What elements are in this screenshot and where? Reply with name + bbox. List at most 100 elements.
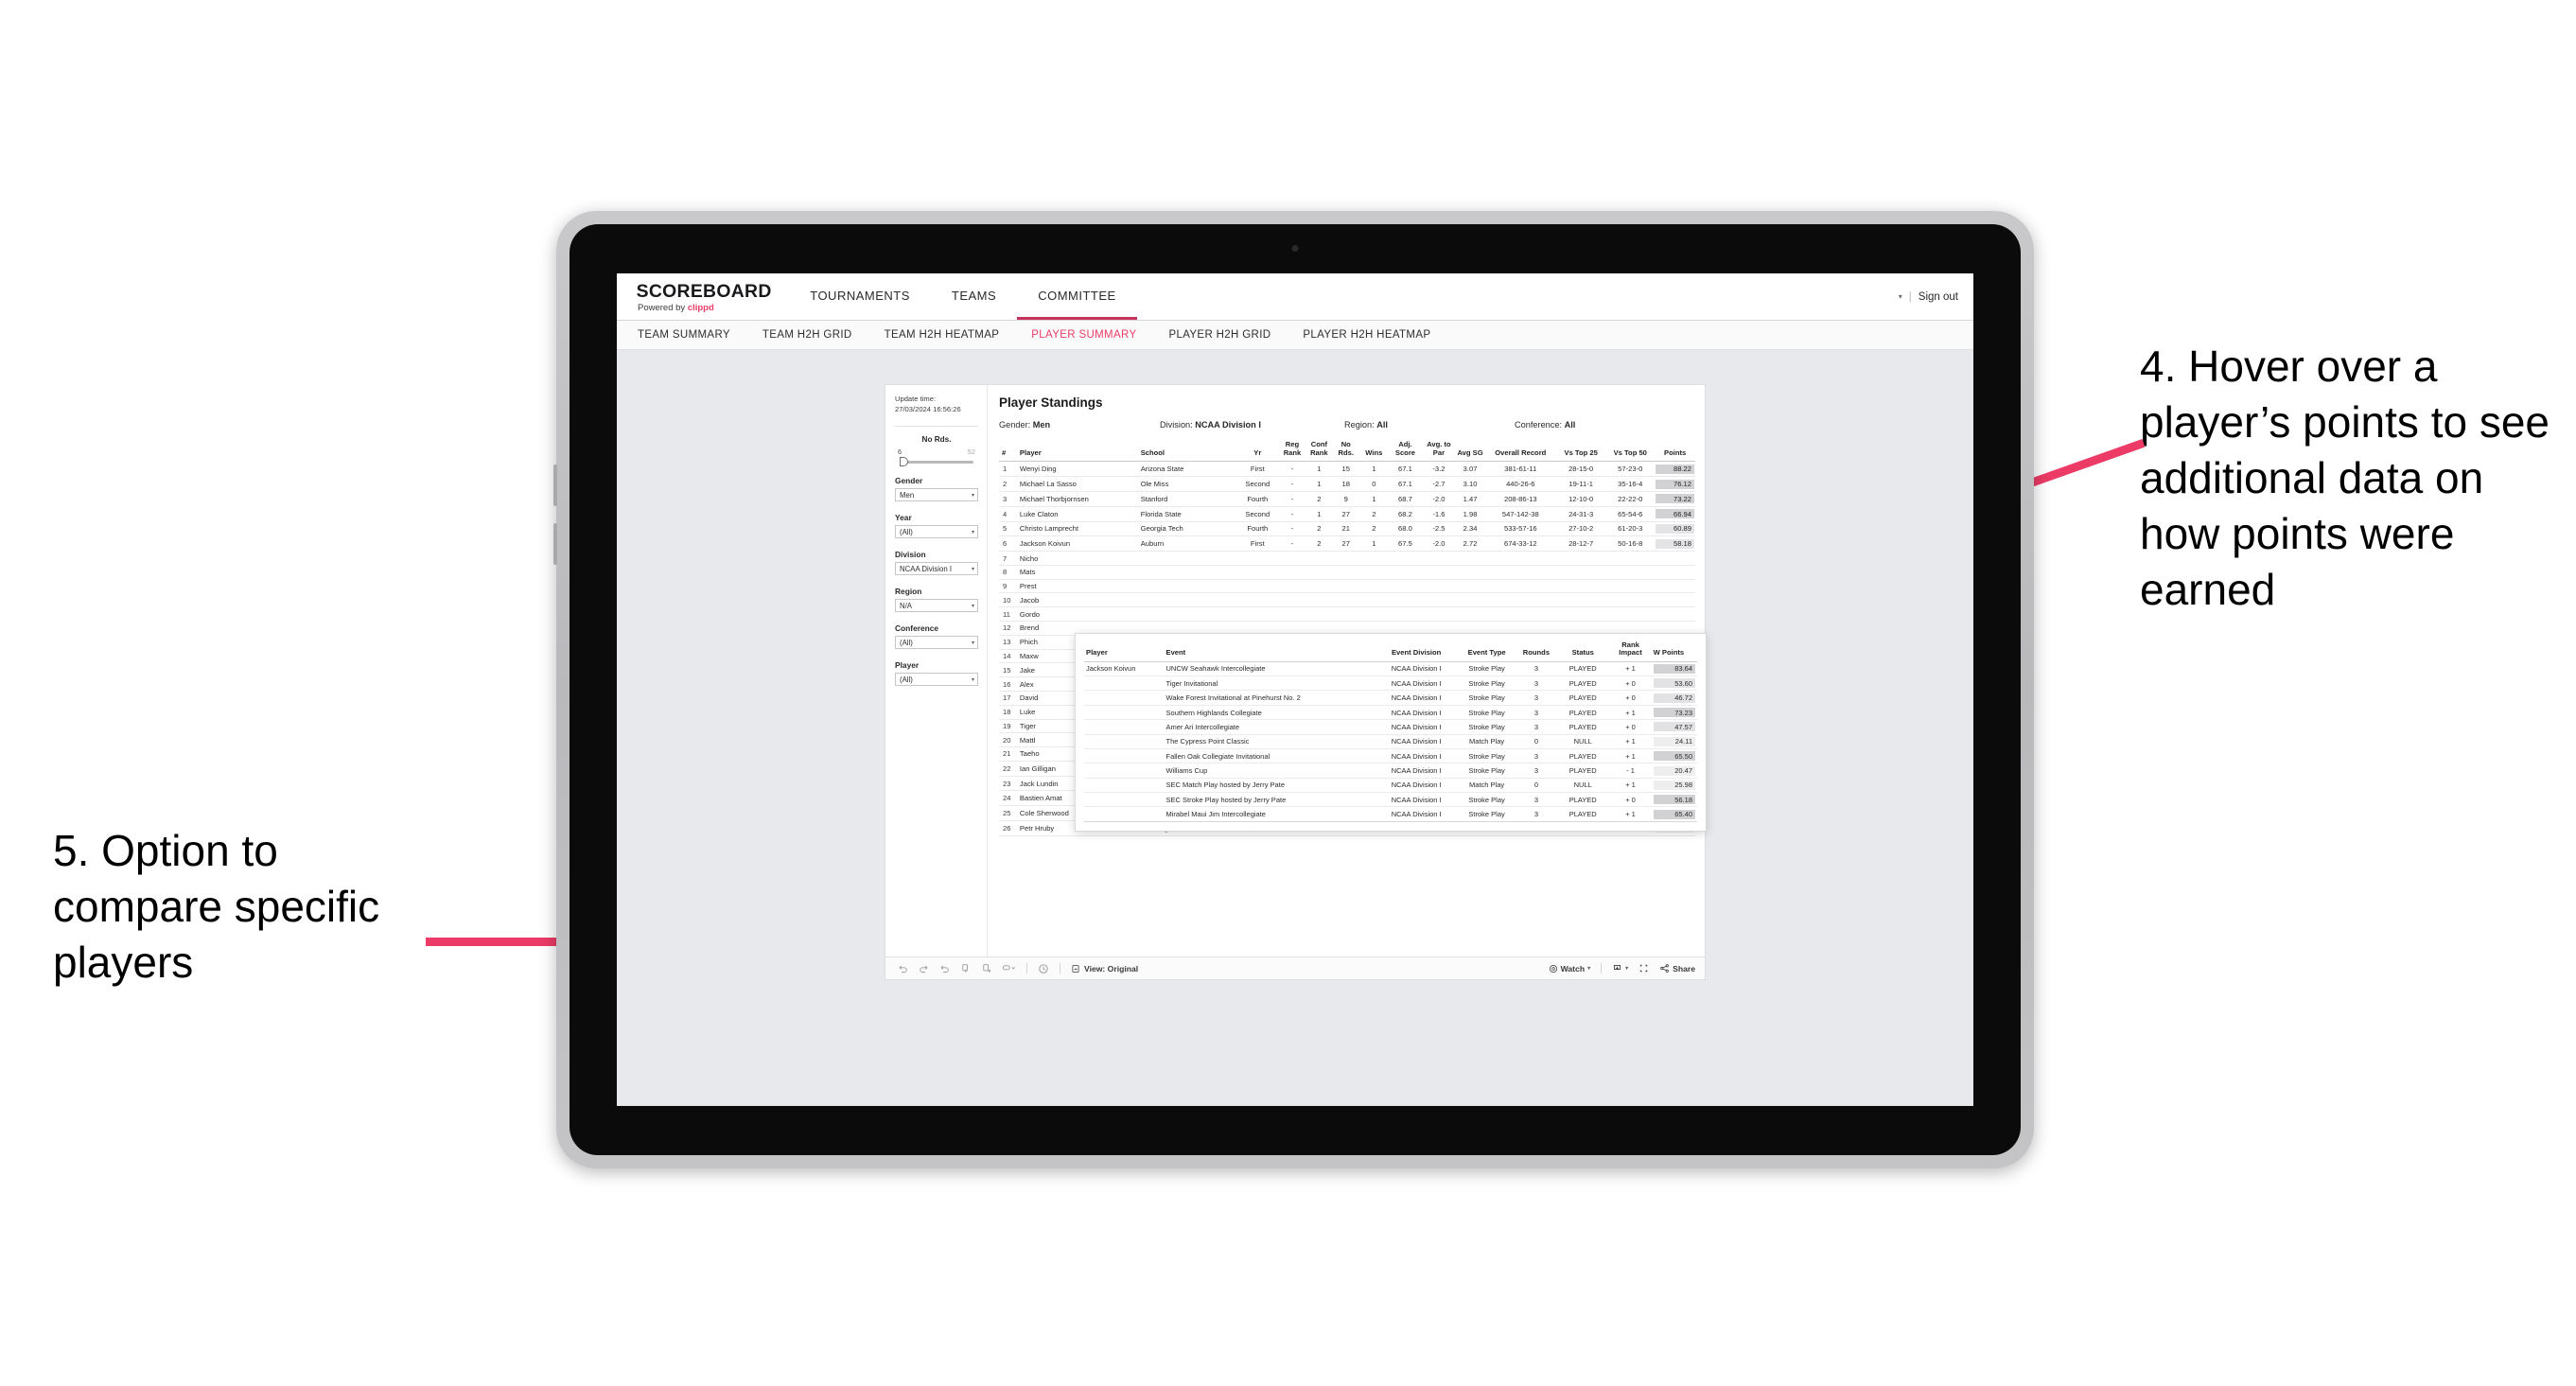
col-avg-sg[interactable]: Avg SG — [1455, 439, 1485, 463]
col-reg-rank[interactable]: Reg Rank — [1278, 439, 1306, 463]
revert-icon[interactable] — [939, 963, 950, 974]
col-school[interactable]: School — [1137, 439, 1236, 463]
refresh-icon[interactable] — [960, 963, 971, 974]
cell-t25: 27-10-2 — [1556, 521, 1606, 537]
top-nav-tournaments[interactable]: TOURNAMENTS — [789, 273, 931, 320]
cell-n: 8 — [999, 565, 1017, 580]
col-wins[interactable]: Wins — [1358, 439, 1389, 463]
cell-conf: 2 — [1306, 491, 1333, 507]
tooltip-cell-w-points: 65.50 — [1651, 748, 1697, 764]
slider-handle[interactable] — [900, 457, 908, 467]
sub-nav-player-summary[interactable]: PLAYER SUMMARY — [1031, 329, 1136, 341]
share-button[interactable]: Share — [1659, 963, 1695, 974]
cell-sg: 3.07 — [1455, 461, 1485, 478]
table-row[interactable]: 2 Michael La Sasso Ole Miss Second -1 18 0 67.1… — [999, 476, 1695, 492]
tooltip-cell-player — [1084, 778, 1165, 794]
col-points[interactable]: Points — [1655, 439, 1695, 463]
fullscreen-button[interactable] — [1638, 963, 1649, 974]
undo-dropdown-icon[interactable] — [1002, 963, 1016, 974]
sign-out-link[interactable]: Sign out — [1919, 291, 1958, 303]
cell-points[interactable] — [1655, 606, 1695, 623]
tooltip-cell-player — [1084, 763, 1165, 779]
table-row[interactable]: 3 Michael Thorbjornsen Stanford Fourth -2 9 1 6… — [999, 491, 1695, 507]
table-row[interactable]: 6 Jackson Koivun Auburn First -2 27 1 67.5 -2.0 2… — [999, 535, 1695, 553]
cell-points[interactable] — [1655, 551, 1695, 566]
sub-nav-player-h2h-heatmap[interactable]: PLAYER H2H HEATMAP — [1303, 329, 1430, 341]
table-row[interactable]: 11 Gordo — [999, 606, 1695, 623]
cell-rec: 674-33-12 — [1484, 535, 1557, 553]
top-nav-teams[interactable]: TEAMS — [931, 273, 1017, 320]
table-row[interactable]: 8 Mats — [999, 565, 1695, 580]
table-row[interactable]: 5 Christo Lamprecht Georgia Tech Fourth -2 21… — [999, 521, 1695, 537]
cell-n: 16 — [999, 676, 1017, 692]
col-rank[interactable]: # — [999, 439, 1017, 463]
col-avg-to-par[interactable]: Avg. to Par — [1422, 439, 1456, 463]
cell-points[interactable]: 58.18 — [1655, 535, 1695, 553]
cell-points[interactable]: 60.89 — [1655, 521, 1695, 537]
filter-year-select[interactable]: (All) ▾ — [895, 525, 978, 539]
cell-points[interactable] — [1655, 565, 1695, 580]
filter-year: Year (All) ▾ — [895, 513, 978, 539]
app-logo[interactable]: SCOREBOARD Powered by clippd — [617, 273, 789, 320]
sub-nav-team-h2h-heatmap[interactable]: TEAM H2H HEATMAP — [885, 329, 1000, 341]
tooltip-cell-w-points: 25.98 — [1651, 778, 1697, 794]
filter-player-label: Player — [895, 660, 920, 671]
col-year[interactable]: Yr — [1235, 439, 1279, 463]
col-player[interactable]: Player — [1016, 439, 1138, 463]
tooltip-table: Player Event Event Division Event Type R… — [1084, 640, 1697, 822]
tooltip-cell-division: NCAA Division I — [1375, 719, 1458, 735]
cell-points[interactable]: 73.22 — [1655, 491, 1695, 507]
w-points-value: 65.40 — [1653, 809, 1695, 819]
table-row[interactable]: 4 Luke Claton Florida State Second -1 27 2 68.2… — [999, 506, 1695, 522]
cell-school: Stanford — [1137, 491, 1236, 507]
col-overall-record[interactable]: Overall Record — [1484, 439, 1557, 463]
pause-auto-update-icon[interactable] — [981, 963, 991, 974]
col-vs-top-25[interactable]: Vs Top 25 — [1556, 439, 1606, 463]
filter-player-select[interactable]: (All) ▾ — [895, 673, 978, 687]
view-original-button[interactable]: View: Original — [1071, 964, 1138, 974]
cell-points[interactable]: 88.22 — [1655, 461, 1695, 478]
cell-points[interactable]: 76.12 — [1655, 476, 1695, 492]
filter-region-label: Region — [895, 587, 922, 597]
cell-adj — [1388, 592, 1423, 608]
col-no-rounds[interactable]: No Rds. — [1332, 439, 1359, 463]
table-row[interactable]: 1 Wenyi Ding Arizona State First -1 15 1 67.1 -3… — [999, 461, 1695, 478]
tooltip-cell-type: Stroke Play — [1457, 661, 1516, 677]
table-row[interactable]: 10 Jacob — [999, 592, 1695, 608]
cell-points[interactable]: 66.94 — [1655, 506, 1695, 522]
undo-icon[interactable] — [898, 963, 908, 974]
filter-division-select[interactable]: NCAA Division I ▾ — [895, 562, 978, 576]
filter-player-value: (All) — [900, 675, 913, 684]
watch-button[interactable]: Watch ▾ — [1549, 964, 1590, 974]
table-row[interactable]: 9 Prest — [999, 579, 1695, 594]
filter-conference-select[interactable]: (All) ▾ — [895, 636, 978, 650]
no-rounds-slider[interactable]: No Rds. 6 52 — [895, 435, 978, 467]
cell-sg: 1.47 — [1455, 491, 1485, 507]
slider-track[interactable] — [900, 457, 973, 467]
sub-nav-team-summary[interactable]: TEAM SUMMARY — [638, 329, 730, 341]
col-conf-rank[interactable]: Conf Rank — [1306, 439, 1333, 463]
table-row[interactable]: 7 Nicho — [999, 551, 1695, 566]
user-menu-caret-icon[interactable]: ▾ — [1899, 292, 1902, 301]
col-vs-top-50[interactable]: Vs Top 50 — [1605, 439, 1656, 463]
redo-icon[interactable] — [919, 963, 929, 974]
cell-yr — [1235, 551, 1279, 566]
tooltip-cell-type: Stroke Play — [1457, 675, 1516, 692]
cell-par: -2.0 — [1422, 491, 1456, 507]
cell-rec — [1484, 579, 1557, 594]
update-time-value: 27/03/2024 16:56:26 — [895, 404, 961, 413]
download-button[interactable]: ▾ — [1612, 963, 1628, 974]
cell-t50 — [1605, 606, 1656, 623]
top-nav-committee[interactable]: COMMITTEE — [1017, 273, 1137, 320]
history-icon[interactable] — [1038, 963, 1049, 974]
filter-region-select[interactable]: N/A ▾ — [895, 599, 978, 613]
cell-points[interactable] — [1655, 592, 1695, 608]
cell-points[interactable] — [1655, 579, 1695, 594]
sub-nav-player-h2h-grid[interactable]: PLAYER H2H GRID — [1168, 329, 1270, 341]
cell-rds: 27 — [1332, 535, 1359, 553]
sub-nav-team-h2h-grid[interactable]: TEAM H2H GRID — [762, 329, 852, 341]
cell-conf: 1 — [1306, 506, 1333, 522]
filter-gender-select[interactable]: Men ▾ — [895, 488, 978, 502]
cell-sg — [1455, 579, 1485, 594]
col-adj-score[interactable]: Adj. Score — [1388, 439, 1423, 463]
